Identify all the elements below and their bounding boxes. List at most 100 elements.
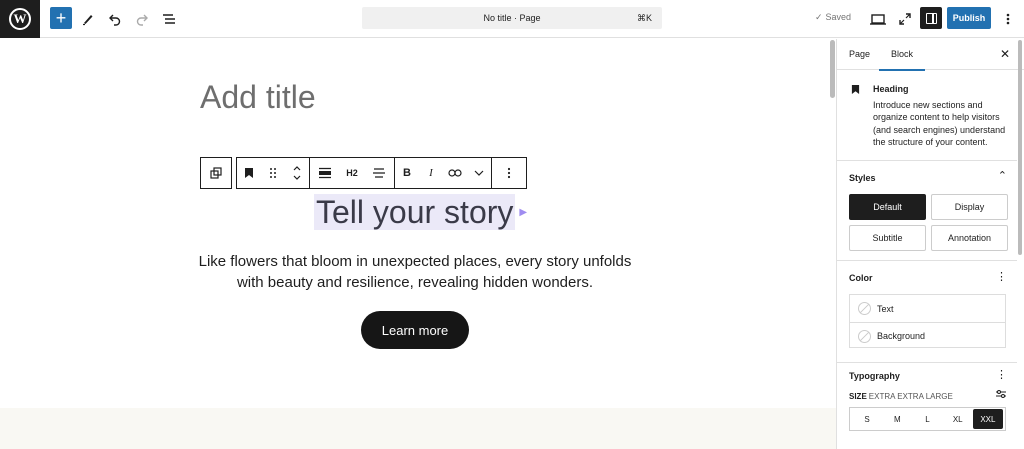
more-vertical-icon[interactable]: ⋮ (996, 368, 1007, 381)
publish-button[interactable]: Publish (947, 7, 991, 29)
align-button[interactable] (310, 158, 340, 188)
saved-status: ✓Saved (815, 12, 851, 23)
tab-block[interactable]: Block (891, 49, 913, 59)
font-size-picker: S M L XL XXL (849, 407, 1006, 431)
expand-icon (898, 12, 912, 26)
document-title: No title · Page (483, 13, 540, 23)
settings-sidebar-toggle[interactable] (920, 7, 942, 29)
options-group (492, 157, 527, 189)
block-options-button[interactable] (492, 158, 526, 188)
alignment-group: H2 (310, 157, 395, 189)
undo-button[interactable] (103, 7, 127, 31)
typography-panel: Typography ⋮ SIZEEXTRA EXTRA LARGE S M L… (837, 363, 1017, 449)
drag-handle[interactable] (261, 158, 285, 188)
tab-page[interactable]: Page (849, 49, 870, 59)
wordpress-logo-icon: W (9, 8, 31, 30)
title-input[interactable]: Add title (200, 79, 316, 116)
style-default-button[interactable]: Default (849, 194, 926, 220)
canvas-scrollbar[interactable] (830, 40, 835, 98)
align-center-icon (372, 167, 386, 179)
editor-canvas: Add title H2 (0, 39, 836, 449)
more-vertical-icon[interactable]: ⋮ (996, 270, 1007, 283)
empty-swatch-icon (858, 302, 871, 315)
color-options: Text Background (849, 294, 1006, 348)
block-card: Heading Introduce new sections and organ… (837, 71, 1017, 161)
typography-title: Typography (849, 371, 900, 381)
color-title: Color (849, 273, 873, 283)
editor-top-bar: W + No title · Page ⌘K ✓Saved Publish (0, 0, 1024, 38)
link-button[interactable] (443, 158, 467, 188)
list-view-icon (162, 12, 176, 26)
preview-device-button[interactable] (866, 7, 890, 31)
plus-icon: + (56, 9, 67, 27)
color-background-option[interactable]: Background (850, 322, 1005, 349)
document-overview-button[interactable] (157, 7, 181, 31)
bold-button[interactable]: B (395, 158, 419, 188)
redo-button[interactable] (130, 7, 154, 31)
italic-icon: I (429, 167, 433, 179)
sliders-icon (995, 389, 1007, 399)
sidebar-scrollbar[interactable] (1018, 40, 1022, 255)
heading-block[interactable]: Tell your story ▶ (314, 194, 527, 230)
color-text-option[interactable]: Text (850, 295, 1005, 322)
wordpress-logo-button[interactable]: W (0, 0, 40, 38)
footer-section (0, 408, 836, 449)
italic-button[interactable]: I (419, 158, 443, 188)
pen-icon (81, 12, 95, 26)
custom-size-button[interactable] (995, 389, 1007, 399)
size-l-option[interactable]: L (912, 409, 942, 429)
sidebar-icon (926, 13, 937, 24)
link-icon (448, 168, 462, 178)
style-display-button[interactable]: Display (931, 194, 1008, 220)
chevron-up-icon[interactable]: ⌃ (998, 169, 1007, 182)
caret-right-icon: ▶ (519, 207, 527, 218)
close-icon[interactable]: ✕ (1000, 47, 1010, 61)
learn-more-button[interactable]: Learn more (361, 311, 469, 349)
styles-title: Styles (849, 173, 876, 183)
zoom-out-button[interactable] (893, 7, 917, 31)
bookmark-icon (851, 84, 860, 95)
chevron-down-icon (474, 170, 484, 176)
more-vertical-icon (1006, 12, 1010, 26)
more-formatting-button[interactable] (467, 158, 491, 188)
size-m-option[interactable]: M (882, 409, 912, 429)
align-wide-icon (318, 167, 332, 179)
select-parent-button[interactable] (201, 158, 231, 188)
settings-sidebar: Page Block ✕ Heading Introduce new secti… (836, 39, 1024, 449)
styles-panel: Styles ⌃ Default Display Subtitle Annota… (837, 161, 1017, 261)
paragraph-block[interactable]: Like flowers that bloom in unexpected pl… (190, 251, 640, 293)
formatting-group: B I (395, 157, 492, 189)
shortcut-hint: ⌘K (637, 13, 652, 24)
size-xl-option[interactable]: XL (943, 409, 973, 429)
undo-icon (108, 12, 122, 26)
tools-pen-button[interactable] (76, 7, 100, 31)
add-block-button[interactable]: + (50, 7, 72, 29)
block-type-button[interactable] (237, 158, 261, 188)
parent-block-icon (210, 167, 222, 179)
sidebar-tabs: Page Block ✕ (837, 39, 1024, 70)
style-subtitle-button[interactable]: Subtitle (849, 225, 926, 251)
size-xxl-option[interactable]: XXL (973, 409, 1003, 429)
block-description: Introduce new sections and organize cont… (873, 99, 1013, 148)
size-value-text: EXTRA EXTRA LARGE (869, 392, 953, 401)
command-palette-bar[interactable]: No title · Page ⌘K (362, 7, 662, 29)
heading-level-button[interactable]: H2 (340, 158, 364, 188)
size-label-text: SIZE (849, 392, 867, 401)
size-s-option[interactable]: S (852, 409, 882, 429)
style-annotation-button[interactable]: Annotation (931, 225, 1008, 251)
options-menu-button[interactable] (996, 7, 1020, 31)
more-vertical-icon (507, 167, 511, 179)
color-panel: Color ⋮ Text Background (837, 261, 1017, 363)
saved-label: Saved (826, 12, 852, 22)
redo-icon (135, 12, 149, 26)
drag-dots-icon (269, 167, 277, 179)
empty-swatch-icon (858, 330, 871, 343)
check-icon: ✓ (815, 12, 823, 22)
heading-text[interactable]: Tell your story (314, 194, 515, 230)
bookmark-icon (244, 167, 254, 179)
move-up-down-buttons[interactable] (285, 158, 309, 188)
text-align-button[interactable] (364, 158, 394, 188)
chevron-up-down-icon (292, 164, 302, 182)
desktop-icon (870, 12, 886, 26)
block-name: Heading (873, 84, 909, 94)
